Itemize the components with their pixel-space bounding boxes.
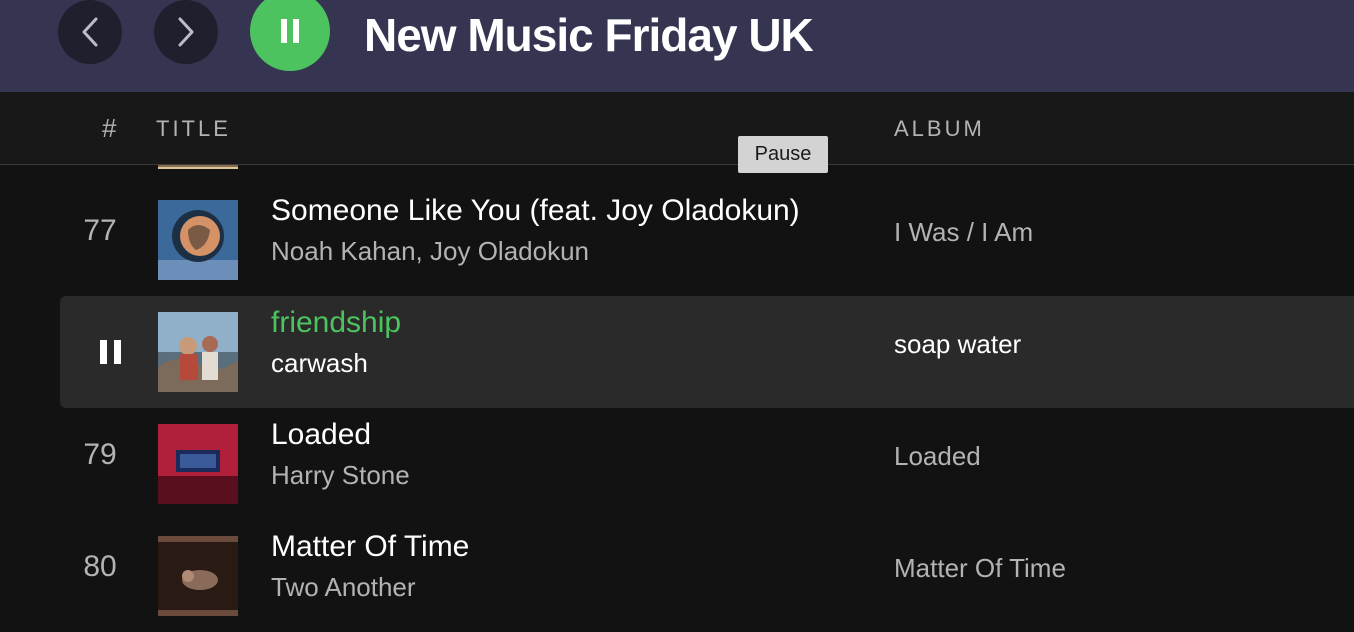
album-art bbox=[158, 200, 238, 280]
album-art bbox=[158, 312, 238, 392]
play-pause-button[interactable] bbox=[250, 0, 330, 71]
track-title[interactable]: Loaded bbox=[271, 418, 371, 452]
chevron-right-icon bbox=[178, 17, 194, 47]
chevron-left-icon bbox=[82, 17, 98, 47]
track-album[interactable]: Loaded bbox=[894, 441, 981, 472]
album-art bbox=[158, 536, 238, 616]
album-art bbox=[158, 424, 238, 504]
album-art bbox=[158, 165, 238, 169]
partial-track-row[interactable] bbox=[0, 165, 1354, 185]
track-title[interactable]: Matter Of Time bbox=[271, 530, 469, 564]
track-album[interactable]: soap water bbox=[894, 329, 1021, 360]
track-album[interactable]: I Was / I Am bbox=[894, 217, 1033, 248]
column-number-header: # bbox=[102, 113, 117, 143]
pause-icon bbox=[281, 19, 299, 43]
track-artist[interactable]: Noah Kahan, Joy Oladokun bbox=[271, 236, 589, 267]
pause-tooltip: Pause bbox=[738, 136, 828, 173]
track-artist[interactable]: carwash bbox=[271, 348, 368, 379]
column-title-header[interactable]: TITLE bbox=[156, 116, 231, 142]
track-artist[interactable]: Harry Stone bbox=[271, 460, 410, 491]
tracklist-header: # TITLE ALBUM bbox=[0, 92, 1354, 165]
track-number: 79 bbox=[83, 438, 117, 471]
track-title[interactable]: friendship bbox=[271, 306, 401, 340]
track-number: 77 bbox=[83, 214, 117, 247]
forward-button[interactable] bbox=[154, 0, 218, 64]
pause-icon[interactable] bbox=[100, 340, 122, 364]
column-album-header[interactable]: ALBUM bbox=[894, 116, 985, 142]
track-row[interactable]: 80 Matter Of Time Two Another Matter Of … bbox=[60, 520, 1354, 632]
track-row[interactable]: 79 Loaded Harry Stone Loaded bbox=[60, 408, 1354, 520]
back-button[interactable] bbox=[58, 0, 122, 64]
track-row[interactable]: 77 Someone Like You (feat. Joy Oladokun)… bbox=[60, 184, 1354, 296]
page-title: New Music Friday UK bbox=[364, 9, 814, 61]
track-album[interactable]: Matter Of Time bbox=[894, 553, 1066, 584]
track-number: 80 bbox=[83, 550, 117, 583]
track-row-playing[interactable]: friendship carwash soap water bbox=[60, 296, 1354, 408]
playlist-top-bar: New Music Friday UK bbox=[0, 0, 1354, 92]
track-title[interactable]: Someone Like You (feat. Joy Oladokun) bbox=[271, 194, 800, 228]
track-artist[interactable]: Two Another bbox=[271, 572, 416, 603]
